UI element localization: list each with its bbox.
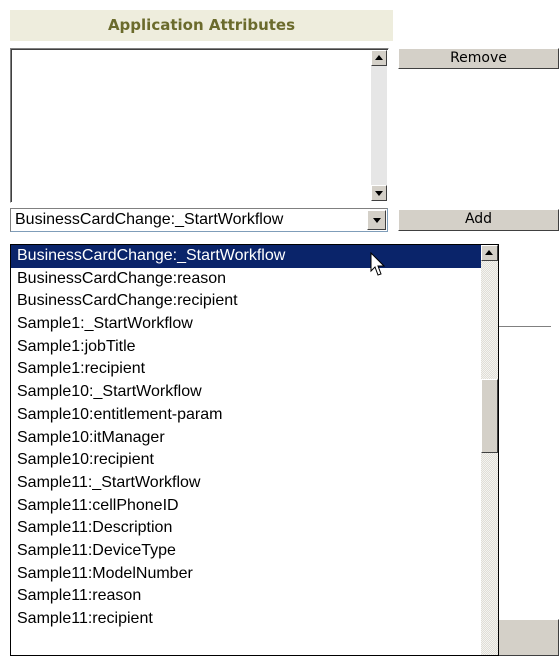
dropdown-option[interactable]: BusinessCardChange:recipient bbox=[11, 290, 481, 313]
add-button[interactable]: Add bbox=[398, 209, 559, 231]
application-attributes-panel: Application Attributes Remove BusinessCa… bbox=[0, 0, 559, 656]
dropdown-option[interactable]: Sample11:recipient bbox=[11, 608, 481, 631]
dropdown-scroll-thumb[interactable] bbox=[481, 379, 498, 453]
mouse-pointer-icon bbox=[370, 252, 386, 276]
dropdown-toggle-button[interactable] bbox=[367, 210, 386, 230]
dropdown-option[interactable]: Sample11:reason bbox=[11, 585, 481, 608]
dropdown-option[interactable]: Sample10:recipient bbox=[11, 449, 481, 472]
dropdown-option[interactable]: Sample11:DeviceType bbox=[11, 540, 481, 563]
dropdown-option[interactable]: Sample1:recipient bbox=[11, 358, 481, 381]
scroll-down-button[interactable] bbox=[371, 185, 387, 201]
section-title: Application Attributes bbox=[10, 10, 393, 41]
dropdown-option[interactable]: Sample11:cellPhoneID bbox=[11, 495, 481, 518]
scroll-up-arrow-icon bbox=[375, 55, 383, 60]
dropdown-option[interactable]: Sample11:_StartWorkflow bbox=[11, 472, 481, 495]
scroll-down-arrow-icon bbox=[375, 191, 383, 196]
dropdown-options: BusinessCardChange:_StartWorkflow Busines… bbox=[11, 245, 481, 631]
dropdown-option[interactable]: Sample1:jobTitle bbox=[11, 336, 481, 359]
select-value: BusinessCardChange:_StartWorkflow bbox=[15, 211, 284, 228]
dropdown-option[interactable]: Sample11:Description bbox=[11, 517, 481, 540]
attributes-listbox[interactable] bbox=[10, 48, 389, 203]
dropdown-option[interactable]: BusinessCardChange:_StartWorkflow bbox=[11, 245, 481, 268]
dropdown-option[interactable]: Sample10:_StartWorkflow bbox=[11, 381, 481, 404]
dropdown-option[interactable]: Sample10:itManager bbox=[11, 427, 481, 450]
divider-line bbox=[499, 326, 551, 327]
dropdown-option[interactable]: BusinessCardChange:reason bbox=[11, 268, 481, 291]
dropdown-option[interactable]: Sample10:entitlement-param bbox=[11, 404, 481, 427]
chevron-down-icon bbox=[373, 218, 381, 223]
scroll-up-arrow-icon bbox=[485, 250, 493, 255]
scroll-up-button[interactable] bbox=[371, 50, 387, 66]
remove-button[interactable]: Remove bbox=[398, 48, 559, 69]
dropdown-scrollbar[interactable] bbox=[481, 245, 498, 655]
dropdown-scroll-up-button[interactable] bbox=[481, 245, 498, 261]
attribute-dropdown-list[interactable]: BusinessCardChange:_StartWorkflow Busines… bbox=[10, 244, 499, 656]
dropdown-option[interactable]: Sample11:ModelNumber bbox=[11, 563, 481, 586]
listbox-scrollbar[interactable] bbox=[371, 50, 387, 201]
dropdown-option[interactable]: Sample1:_StartWorkflow bbox=[11, 313, 481, 336]
attribute-select[interactable]: BusinessCardChange:_StartWorkflow bbox=[10, 208, 388, 232]
